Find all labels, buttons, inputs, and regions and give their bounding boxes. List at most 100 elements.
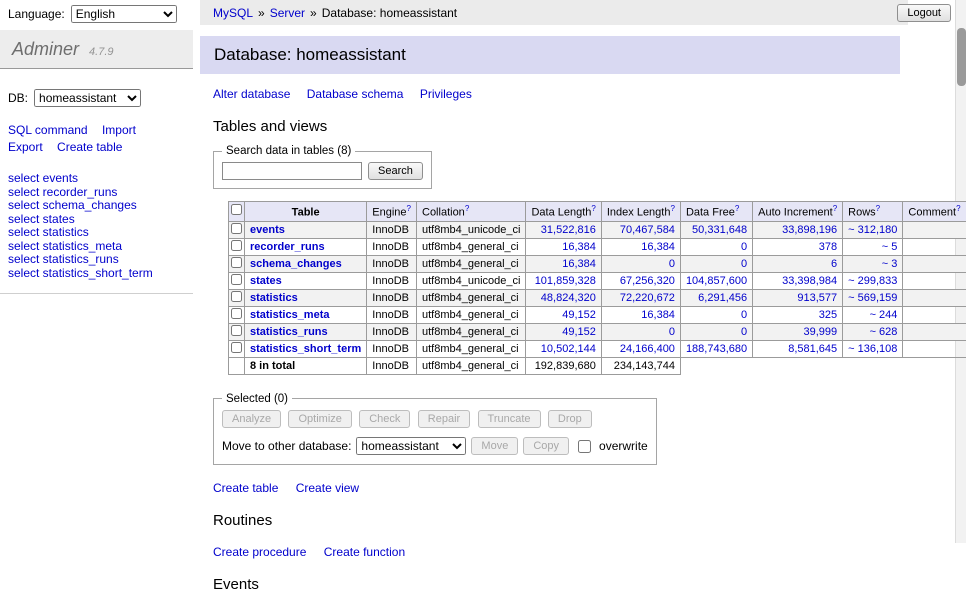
- data-length-link[interactable]: 49,152: [562, 309, 596, 321]
- help-link[interactable]: ?: [465, 204, 469, 213]
- sidebar-table-link[interactable]: select statistics_meta: [8, 240, 193, 254]
- move-database-select[interactable]: homeassistant: [356, 437, 466, 455]
- logout-button[interactable]: Logout: [897, 4, 951, 22]
- create-view-link[interactable]: Create view: [296, 481, 359, 495]
- bulk-action-button[interactable]: Analyze: [222, 410, 281, 428]
- table-name-link[interactable]: statistics_meta: [250, 309, 330, 321]
- sidebar-table-link[interactable]: select statistics_runs: [8, 253, 193, 267]
- rows-count-link[interactable]: ~ 299,833: [848, 275, 897, 287]
- create-procedure-link[interactable]: Create procedure: [213, 545, 306, 559]
- db-select[interactable]: homeassistant: [34, 89, 141, 107]
- index-length-link[interactable]: 0: [669, 326, 675, 338]
- sidebar-table-link[interactable]: select statistics: [8, 226, 193, 240]
- row-checkbox[interactable]: [231, 274, 242, 285]
- help-link[interactable]: ?: [591, 204, 595, 213]
- table-name-link[interactable]: statistics: [250, 292, 298, 304]
- alter-database-link[interactable]: Alter database: [213, 87, 290, 101]
- data-free-link[interactable]: 188,743,680: [686, 343, 747, 355]
- rows-count-link[interactable]: ~ 5: [882, 241, 898, 253]
- help-link[interactable]: ?: [833, 204, 837, 213]
- row-checkbox[interactable]: [231, 308, 242, 319]
- bulk-action-button[interactable]: Optimize: [288, 410, 351, 428]
- rows-count-link[interactable]: ~ 244: [870, 309, 898, 321]
- data-free-link[interactable]: 0: [741, 309, 747, 321]
- auto-increment-link[interactable]: 39,999: [804, 326, 838, 338]
- index-length-link[interactable]: 0: [669, 258, 675, 270]
- auto-increment-link[interactable]: 33,898,196: [782, 224, 837, 236]
- sidebar-table-link[interactable]: select statistics_short_term: [8, 267, 193, 281]
- help-link[interactable]: ?: [956, 204, 960, 213]
- bulk-action-button[interactable]: Repair: [418, 410, 470, 428]
- scrollbar-thumb[interactable]: [957, 28, 966, 86]
- help-link[interactable]: ?: [876, 204, 880, 213]
- row-checkbox[interactable]: [231, 342, 242, 353]
- index-length-link[interactable]: 70,467,584: [620, 224, 675, 236]
- data-free-link[interactable]: 104,857,600: [686, 275, 747, 287]
- sidebar-table-link[interactable]: select events: [8, 172, 193, 186]
- table-name-link[interactable]: statistics_short_term: [250, 343, 361, 355]
- data-length-link[interactable]: 10,502,144: [541, 343, 596, 355]
- rows-count-link[interactable]: ~ 312,180: [848, 224, 897, 236]
- bulk-action-button[interactable]: Check: [359, 410, 410, 428]
- auto-increment-link[interactable]: 33,398,984: [782, 275, 837, 287]
- auto-increment-link[interactable]: 325: [819, 309, 837, 321]
- sidebar-table-link[interactable]: select states: [8, 213, 193, 227]
- data-length-link[interactable]: 31,522,816: [541, 224, 596, 236]
- rows-count-link[interactable]: ~ 569,159: [848, 292, 897, 304]
- create-table-link[interactable]: Create table: [213, 481, 278, 495]
- auto-increment-link[interactable]: 378: [819, 241, 837, 253]
- overwrite-checkbox[interactable]: [578, 440, 591, 453]
- bulk-action-button[interactable]: Truncate: [478, 410, 541, 428]
- table-name-link[interactable]: statistics_runs: [250, 326, 328, 338]
- index-length-link[interactable]: 16,384: [641, 241, 675, 253]
- row-checkbox[interactable]: [231, 291, 242, 302]
- sidebar-link-create-table[interactable]: Create table: [57, 140, 122, 154]
- auto-increment-link[interactable]: 8,581,645: [788, 343, 837, 355]
- data-length-link[interactable]: 101,859,328: [535, 275, 596, 287]
- move-button[interactable]: Move: [471, 437, 518, 455]
- help-link[interactable]: ?: [407, 204, 411, 213]
- select-all-checkbox[interactable]: [231, 204, 242, 215]
- rows-count-link[interactable]: ~ 628: [870, 326, 898, 338]
- data-free-link[interactable]: 0: [741, 326, 747, 338]
- create-function-link[interactable]: Create function: [324, 545, 405, 559]
- sidebar-table-link[interactable]: select recorder_runs: [8, 186, 193, 200]
- data-free-link[interactable]: 50,331,648: [692, 224, 747, 236]
- bulk-action-button[interactable]: Drop: [548, 410, 592, 428]
- table-name-link[interactable]: recorder_runs: [250, 241, 325, 253]
- table-name-link[interactable]: schema_changes: [250, 258, 342, 270]
- search-input[interactable]: [222, 162, 362, 180]
- row-checkbox[interactable]: [231, 257, 242, 268]
- sidebar-table-link[interactable]: select schema_changes: [8, 199, 193, 213]
- index-length-link[interactable]: 24,166,400: [620, 343, 675, 355]
- auto-increment-link[interactable]: 6: [831, 258, 837, 270]
- data-length-link[interactable]: 49,152: [562, 326, 596, 338]
- row-checkbox[interactable]: [231, 325, 242, 336]
- breadcrumb-link-server[interactable]: Server: [270, 6, 305, 20]
- data-length-link[interactable]: 48,824,320: [541, 292, 596, 304]
- row-checkbox[interactable]: [231, 223, 242, 234]
- help-link[interactable]: ?: [670, 204, 674, 213]
- privileges-link[interactable]: Privileges: [420, 87, 472, 101]
- help-link[interactable]: ?: [735, 204, 739, 213]
- language-select[interactable]: English: [71, 5, 177, 23]
- data-free-link[interactable]: 0: [741, 258, 747, 270]
- breadcrumb-link-mysql[interactable]: MySQL: [213, 6, 253, 20]
- copy-button[interactable]: Copy: [523, 437, 569, 455]
- data-free-link[interactable]: 6,291,456: [698, 292, 747, 304]
- rows-count-link[interactable]: ~ 136,108: [848, 343, 897, 355]
- row-checkbox[interactable]: [231, 240, 242, 251]
- index-length-link[interactable]: 72,220,672: [620, 292, 675, 304]
- auto-increment-link[interactable]: 913,577: [797, 292, 837, 304]
- data-free-link[interactable]: 0: [741, 241, 747, 253]
- search-button[interactable]: Search: [368, 162, 423, 180]
- sidebar-link-import[interactable]: Import: [102, 123, 136, 137]
- rows-count-link[interactable]: ~ 3: [882, 258, 898, 270]
- table-name-link[interactable]: states: [250, 275, 282, 287]
- sidebar-link-export[interactable]: Export: [8, 140, 43, 154]
- data-length-link[interactable]: 16,384: [562, 241, 596, 253]
- database-schema-link[interactable]: Database schema: [307, 87, 404, 101]
- index-length-link[interactable]: 16,384: [641, 309, 675, 321]
- sidebar-link-sql-command[interactable]: SQL command: [8, 123, 88, 137]
- data-length-link[interactable]: 16,384: [562, 258, 596, 270]
